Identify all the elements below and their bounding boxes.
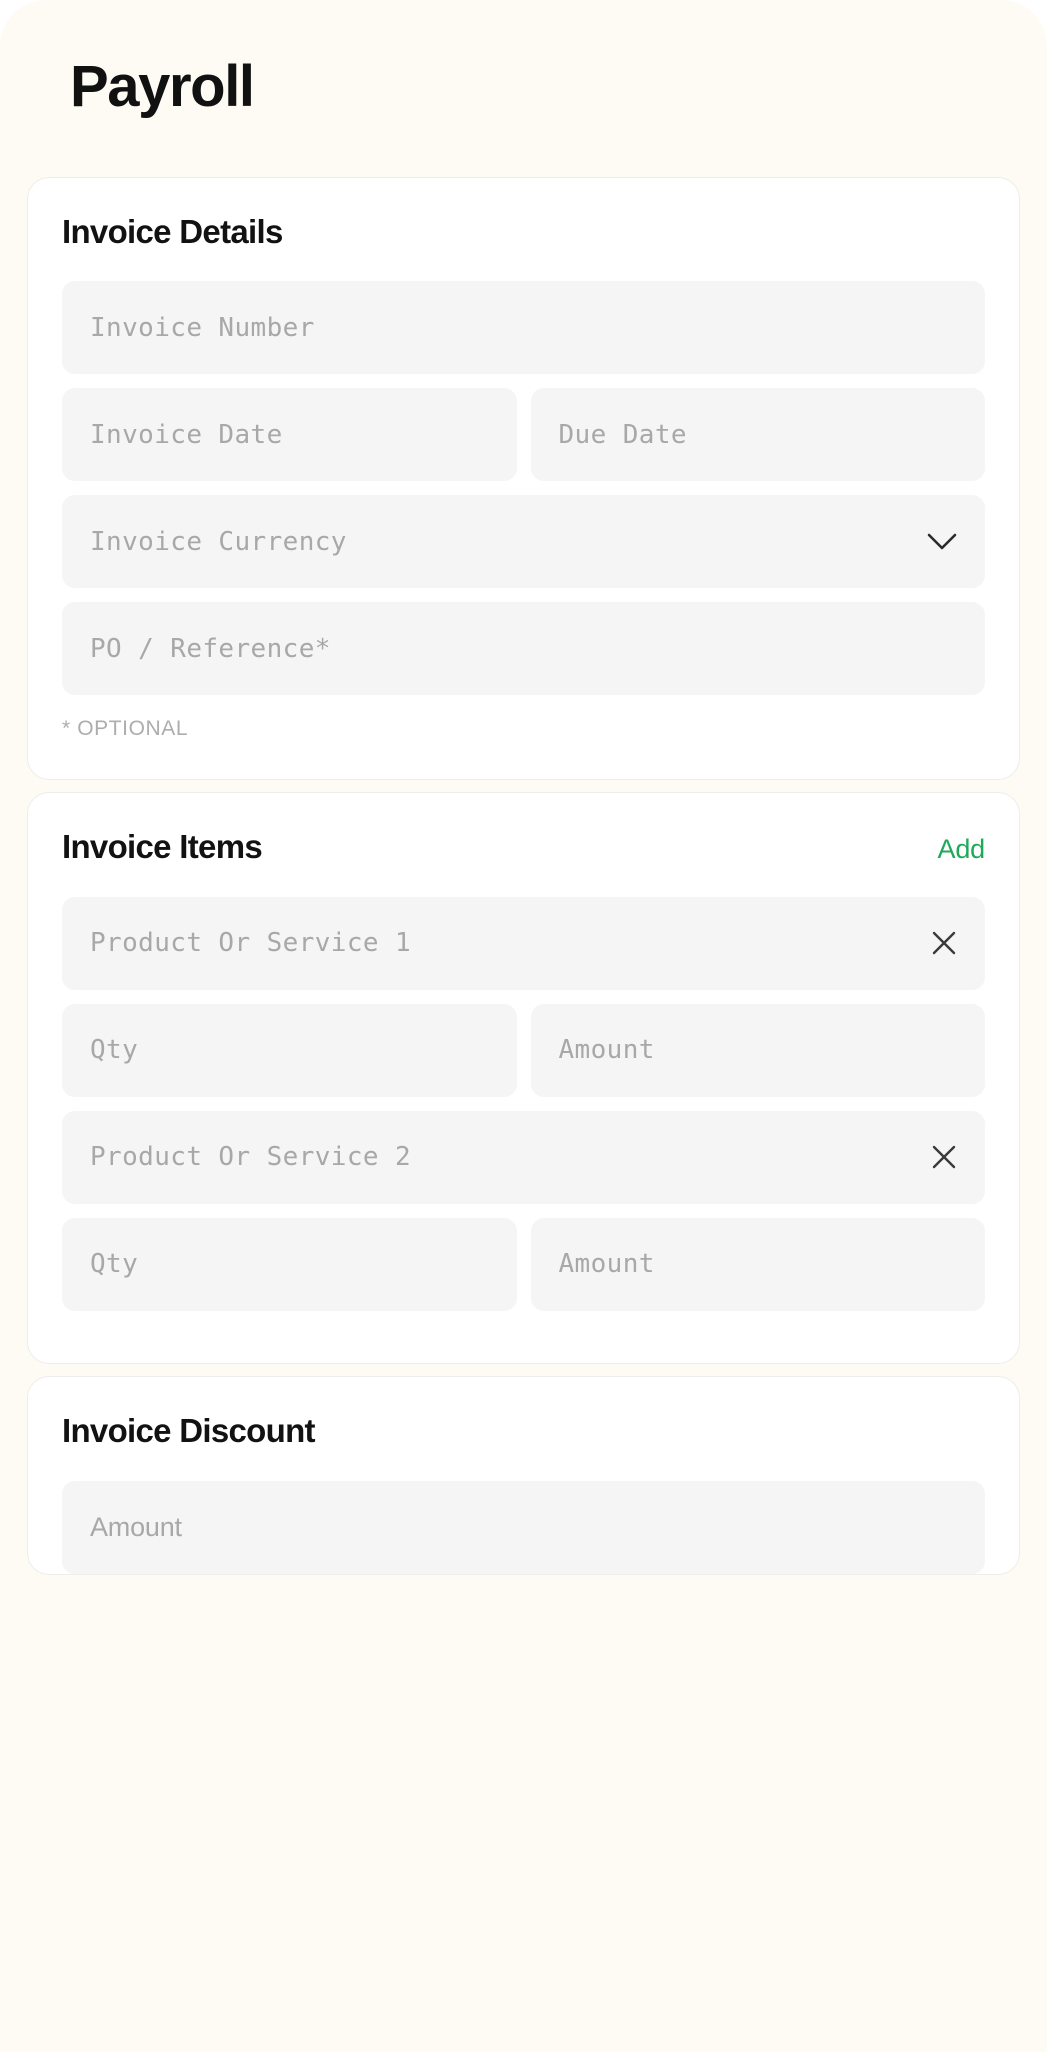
invoice-discount-header: Invoice Discount xyxy=(62,1411,985,1451)
invoice-items-header: Invoice Items Add xyxy=(62,827,985,867)
invoice-date-placeholder: Invoice Date xyxy=(90,419,283,450)
add-item-button[interactable]: Add xyxy=(938,834,986,865)
item-qty-placeholder: Qty xyxy=(90,1249,139,1280)
item-qty-input[interactable]: Qty xyxy=(62,1003,517,1097)
item-name-placeholder: Product Or Service 2 xyxy=(90,1142,412,1173)
item-qty-placeholder: Qty xyxy=(90,1035,139,1066)
due-date-placeholder: Due Date xyxy=(558,419,687,450)
page-title: Payroll xyxy=(70,54,255,119)
invoice-item-row: Product Or Service 1 Qty Amount xyxy=(62,896,985,1097)
invoice-number-placeholder: Invoice Number xyxy=(90,312,315,343)
item-name-placeholder: Product Or Service 1 xyxy=(90,928,412,959)
invoice-details-title: Invoice Details xyxy=(62,212,283,250)
invoice-discount-card: Invoice Discount Amount xyxy=(27,1375,1020,1575)
item-qty-input[interactable]: Qty xyxy=(62,1217,517,1311)
invoice-items-title: Invoice Items xyxy=(62,828,263,866)
item-name-input[interactable]: Product Or Service 2 xyxy=(62,1110,985,1204)
invoice-discount-title: Invoice Discount xyxy=(62,1411,316,1449)
item-amount-input[interactable]: Amount xyxy=(530,1003,985,1097)
invoice-details-card: Invoice Details Invoice Number Invoice D… xyxy=(27,176,1020,781)
item-qty-amount-row: Qty Amount xyxy=(62,1217,985,1311)
po-reference-input[interactable]: PO / Reference* xyxy=(62,602,985,696)
optional-note: * OPTIONAL xyxy=(62,717,189,741)
close-icon[interactable] xyxy=(929,1142,959,1172)
po-reference-placeholder: PO / Reference* xyxy=(90,633,331,664)
invoice-currency-select[interactable]: Invoice Currency xyxy=(62,495,985,589)
chevron-down-icon[interactable] xyxy=(927,533,957,551)
item-amount-placeholder: Amount xyxy=(558,1035,655,1066)
invoice-number-input[interactable]: Invoice Number xyxy=(62,281,985,375)
invoice-items-card: Invoice Items Add Product Or Service 1 Q… xyxy=(27,792,1020,1364)
invoice-currency-placeholder: Invoice Currency xyxy=(90,526,347,557)
close-icon[interactable] xyxy=(929,928,959,958)
discount-amount-input[interactable]: Amount xyxy=(62,1480,985,1574)
discount-amount-placeholder: Amount xyxy=(90,1511,182,1542)
invoice-item-row: Product Or Service 2 Qty Amount xyxy=(62,1110,985,1311)
item-name-input[interactable]: Product Or Service 1 xyxy=(62,896,985,990)
item-qty-amount-row: Qty Amount xyxy=(62,1003,985,1097)
item-amount-placeholder: Amount xyxy=(558,1249,655,1280)
invoice-details-header: Invoice Details xyxy=(62,212,985,252)
invoice-date-input[interactable]: Invoice Date xyxy=(62,388,517,482)
invoice-dates-row: Invoice Date Due Date xyxy=(62,388,985,482)
due-date-input[interactable]: Due Date xyxy=(530,388,985,482)
app-screen: Payroll Invoice Details Invoice Number I… xyxy=(0,0,1047,2052)
item-amount-input[interactable]: Amount xyxy=(530,1217,985,1311)
